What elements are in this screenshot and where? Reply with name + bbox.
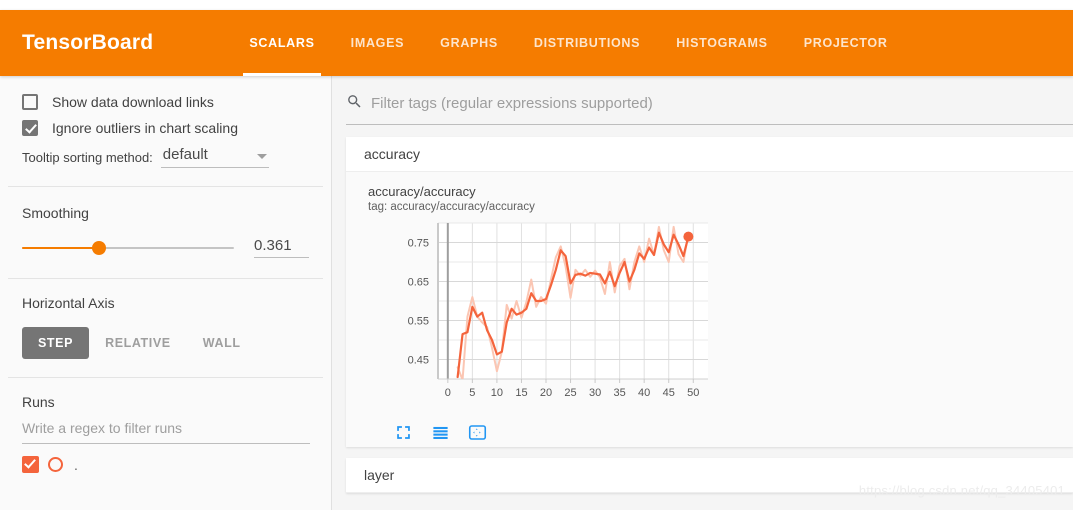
smoothing-value-input[interactable]: 0.361 xyxy=(254,237,309,258)
chart-title: accuracy/accuracy xyxy=(368,184,476,199)
svg-text:50: 50 xyxy=(687,387,699,399)
runs-title: Runs xyxy=(22,394,55,410)
tab-graphs[interactable]: GRAPHS xyxy=(422,10,516,76)
axis-option-step[interactable]: STEP xyxy=(22,327,90,359)
card-layer-header[interactable]: layer xyxy=(346,458,1073,493)
card-layer: layer xyxy=(346,458,1073,493)
smoothing-title: Smoothing xyxy=(22,205,89,221)
card-accuracy-header[interactable]: accuracy xyxy=(346,137,1073,172)
chevron-down-icon xyxy=(256,154,267,159)
slider-fill xyxy=(22,246,99,249)
tab-images[interactable]: IMAGES xyxy=(333,10,423,76)
svg-text:25: 25 xyxy=(564,387,576,399)
app-header: TensorBoard SCALARS IMAGES GRAPHS DISTRI… xyxy=(0,10,1073,76)
svg-text:40: 40 xyxy=(638,387,650,399)
scalar-chart[interactable]: 0.45 0.55 0.65 0.75 0 5 10 15 20 25 30 35 40 45 50 xyxy=(386,217,726,417)
tooltip-sorting-label: Tooltip sorting method: xyxy=(22,150,153,165)
tab-scalars[interactable]: SCALARS xyxy=(231,10,332,76)
run-list-item[interactable]: . xyxy=(22,456,309,473)
svg-text:45: 45 xyxy=(663,387,675,399)
horizontal-axis-options: STEP RELATIVE WALL xyxy=(22,327,309,359)
fit-domain-icon[interactable] xyxy=(468,423,487,447)
tab-projector[interactable]: PROJECTOR xyxy=(786,10,906,76)
smoothing-row: 0.361 xyxy=(22,237,309,258)
ignore-outliers-label: Ignore outliers in chart scaling xyxy=(52,120,238,136)
svg-text:5: 5 xyxy=(469,387,475,399)
app-title: TensorBoard xyxy=(22,31,154,54)
tab-histograms[interactable]: HISTOGRAMS xyxy=(658,10,786,76)
tag-filter-bar[interactable]: Filter tags (regular expressions support… xyxy=(346,83,1073,125)
smoothing-slider[interactable] xyxy=(22,240,234,255)
horizontal-axis-title: Horizontal Axis xyxy=(22,295,115,311)
scalar-chart-svg[interactable]: 0.45 0.55 0.65 0.75 0 5 10 15 20 25 30 35 40 45 50 xyxy=(386,217,716,417)
search-icon xyxy=(346,93,363,115)
ignore-outliers-checkbox[interactable] xyxy=(22,120,38,136)
main-content: Filter tags (regular expressions support… xyxy=(332,76,1073,510)
card-accuracy: accuracy accuracy/accuracy tag: accuracy… xyxy=(346,137,1073,447)
chart-toolbar xyxy=(394,423,1073,447)
svg-text:0.75: 0.75 xyxy=(408,238,429,250)
run-name-label: . xyxy=(74,456,78,473)
tag-filter-placeholder: Filter tags (regular expressions support… xyxy=(371,95,653,112)
run-checkbox[interactable] xyxy=(22,456,39,473)
show-download-links-label: Show data download links xyxy=(52,94,214,110)
nav-tabs: SCALARS IMAGES GRAPHS DISTRIBUTIONS HIST… xyxy=(231,10,905,76)
svg-text:0.65: 0.65 xyxy=(408,277,429,289)
axis-option-wall[interactable]: WALL xyxy=(187,327,257,359)
tab-distributions[interactable]: DISTRIBUTIONS xyxy=(516,10,658,76)
run-color-circle-icon xyxy=(48,457,63,472)
tooltip-sorting-value: default xyxy=(162,146,208,163)
runs-filter-input[interactable]: Write a regex to filter runs xyxy=(22,420,310,444)
show-download-links-checkbox[interactable] xyxy=(22,94,38,110)
tooltip-sorting-row: Tooltip sorting method: default xyxy=(22,146,309,168)
expand-chart-icon[interactable] xyxy=(394,423,413,447)
ignore-outliers-checkbox-row[interactable]: Ignore outliers in chart scaling xyxy=(22,120,309,136)
svg-text:15: 15 xyxy=(515,387,527,399)
show-download-links-checkbox-row[interactable]: Show data download links xyxy=(22,94,309,110)
svg-text:35: 35 xyxy=(614,387,626,399)
data-table-icon[interactable] xyxy=(431,423,450,447)
svg-text:0.55: 0.55 xyxy=(408,316,429,328)
svg-text:0.45: 0.45 xyxy=(408,355,429,367)
tooltip-sorting-select[interactable]: default xyxy=(160,146,269,168)
svg-text:10: 10 xyxy=(491,387,503,399)
svg-text:30: 30 xyxy=(589,387,601,399)
settings-sidebar: Show data download links Ignore outliers… xyxy=(0,76,332,510)
card-accuracy-body: accuracy/accuracy tag: accuracy/accuracy… xyxy=(346,172,1073,447)
chart-tag: tag: accuracy/accuracy/accuracy xyxy=(368,201,535,213)
slider-thumb[interactable] xyxy=(91,240,106,255)
svg-text:20: 20 xyxy=(540,387,552,399)
svg-text:0: 0 xyxy=(445,387,451,399)
axis-option-relative[interactable]: RELATIVE xyxy=(89,327,187,359)
